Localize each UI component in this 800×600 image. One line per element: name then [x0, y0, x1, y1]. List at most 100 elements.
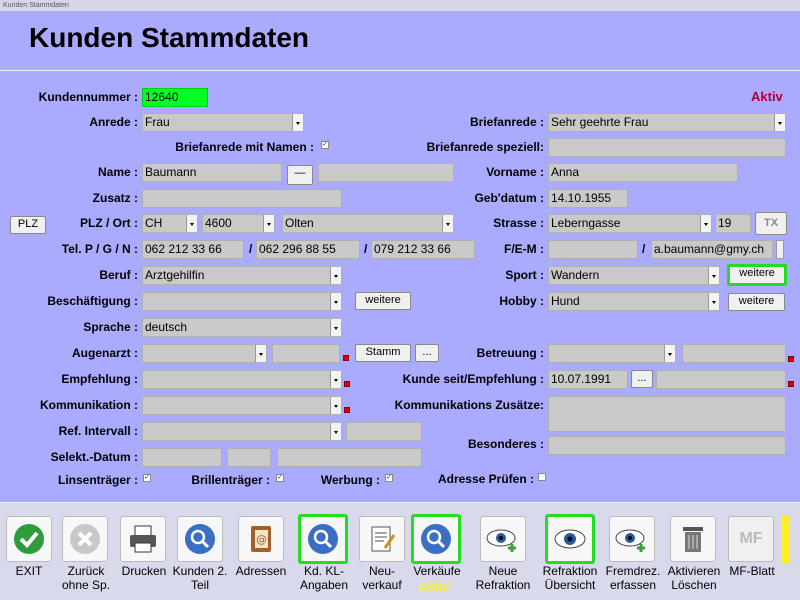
exit-button[interactable]	[6, 516, 52, 562]
betreuung-extra-field[interactable]	[682, 344, 786, 363]
ref-intervall-select[interactable]	[142, 422, 342, 441]
hobby-select[interactable]: Hund	[548, 292, 720, 311]
refraktion-uebersicht-button[interactable]	[545, 514, 595, 564]
gebdatum-field[interactable]: 14.10.1955	[548, 189, 628, 208]
beruf-select[interactable]: Arztgehilfin	[142, 266, 342, 285]
werbung-checkbox[interactable]: ✓	[385, 474, 393, 482]
empfehlung-kunde-field[interactable]	[656, 370, 786, 389]
kunde-seit-label: Kunde seit/Empfehlung :	[402, 372, 544, 386]
hobby-label: Hobby :	[499, 294, 544, 308]
adresse-pruefen-label: Adresse Prüfen :	[437, 472, 534, 486]
strasse-select[interactable]: Leberngasse	[548, 214, 712, 233]
chevron-down-icon[interactable]	[330, 293, 341, 310]
kd-kl-angaben-button[interactable]	[298, 514, 348, 564]
drucken-label: Drucken	[121, 564, 167, 578]
briefanrede-select[interactable]: Sehr geehrte Frau	[548, 113, 786, 132]
chevron-down-icon[interactable]	[330, 423, 341, 440]
address-book-icon: @	[238, 516, 284, 562]
chevron-down-icon[interactable]	[774, 114, 785, 131]
chevron-down-icon[interactable]	[255, 345, 266, 362]
betreuung-select[interactable]	[548, 344, 676, 363]
country-value: CH	[145, 216, 163, 230]
kunden-2-teil-button[interactable]	[177, 516, 223, 562]
aktivieren-loeschen-button[interactable]	[670, 516, 716, 562]
eye-icon	[545, 514, 595, 564]
kunde-seit-dots-button[interactable]: ...	[631, 370, 653, 388]
chevron-down-icon[interactable]	[330, 371, 341, 388]
fem-field[interactable]	[548, 240, 638, 259]
chevron-down-icon[interactable]	[708, 267, 719, 284]
besonderes-field[interactable]	[548, 436, 786, 455]
email-field[interactable]: a.baumann@gmy.ch	[651, 240, 773, 259]
augenarzt-extra-field[interactable]	[272, 344, 340, 363]
status-indicator-bar	[781, 515, 789, 563]
adressen-button[interactable]: @	[238, 516, 284, 562]
kundennummer-field[interactable]: 12640	[142, 88, 208, 107]
zusatz-label: Zusatz :	[92, 191, 138, 205]
email-scroll-handle[interactable]	[776, 240, 784, 259]
adresse-pruefen-checkbox[interactable]	[538, 473, 546, 481]
hausnummer-field[interactable]: 19	[715, 214, 751, 233]
selekt-datum-field-2[interactable]	[227, 448, 271, 467]
selekt-datum-field-1[interactable]	[142, 448, 222, 467]
kommunikation-select[interactable]	[142, 396, 342, 415]
name-field[interactable]: Baumann	[142, 163, 282, 182]
plz-button[interactable]: PLZ	[10, 216, 46, 234]
sport-weitere-button[interactable]: weitere	[727, 264, 787, 286]
empfehlung-select[interactable]	[142, 370, 342, 389]
sprache-select[interactable]: deutsch	[142, 318, 342, 337]
anrede-label: Anrede :	[89, 115, 138, 129]
strasse-label: Strasse :	[493, 216, 544, 230]
name-dash-button[interactable]: —	[287, 165, 313, 185]
chevron-down-icon[interactable]	[664, 345, 675, 362]
beschaeftigung-select[interactable]	[142, 292, 342, 311]
brillentraeger-checkbox[interactable]: ✓	[276, 474, 284, 482]
anrede-select[interactable]: Frau	[142, 113, 304, 132]
header-divider	[0, 70, 800, 71]
country-select[interactable]: CH	[142, 214, 198, 233]
chevron-down-icon[interactable]	[292, 114, 303, 131]
chevron-down-icon[interactable]	[186, 215, 197, 232]
zurueck-button[interactable]	[62, 516, 108, 562]
augenarzt-required-indicator	[343, 355, 349, 361]
strasse-value: Leberngasse	[551, 216, 621, 230]
briefanrede-namen-label: Briefanrede mit Namen :	[175, 140, 314, 154]
chevron-down-icon[interactable]	[330, 319, 341, 336]
vorname-field[interactable]: Anna	[548, 163, 738, 182]
ref-intervall-label: Ref. Intervall :	[58, 424, 138, 438]
briefanrede-speziell-field[interactable]	[548, 138, 786, 157]
hobby-value: Hund	[551, 294, 580, 308]
mf-icon-text: MF	[739, 530, 763, 547]
zusatz-field[interactable]	[142, 189, 342, 208]
chevron-down-icon[interactable]	[700, 215, 711, 232]
chevron-down-icon[interactable]	[263, 215, 274, 232]
chevron-down-icon[interactable]	[330, 267, 341, 284]
kunde-seit-field[interactable]: 10.07.1991	[548, 370, 628, 389]
komm-zusaetze-field[interactable]	[548, 396, 786, 432]
hobby-weitere-button[interactable]: weitere	[728, 293, 785, 311]
search-icon	[177, 516, 223, 562]
chevron-down-icon[interactable]	[708, 293, 719, 310]
selekt-datum-label: Selekt.-Datum :	[50, 450, 138, 464]
tel-p-field[interactable]: 062 212 33 66	[142, 240, 244, 259]
komm-zusaetze-label: Kommunikations Zusätze:	[394, 398, 544, 412]
chevron-down-icon[interactable]	[330, 397, 341, 414]
sport-select[interactable]: Wandern	[548, 266, 720, 285]
tel-g-field[interactable]: 062 296 88 55	[256, 240, 360, 259]
linsentraeger-checkbox[interactable]: ✓	[143, 474, 151, 482]
mf-blatt-button[interactable]: MF	[728, 516, 774, 562]
neuverkauf-button[interactable]	[359, 516, 405, 562]
gebdatum-label: Geb'datum :	[474, 191, 544, 205]
sprache-label: Sprache :	[83, 320, 138, 334]
kommunikation-required-indicator	[344, 407, 350, 413]
drucken-button[interactable]	[120, 516, 166, 562]
eye-plus-icon	[609, 516, 655, 562]
augenarzt-select[interactable]	[142, 344, 267, 363]
plz-select[interactable]: 4600	[202, 214, 275, 233]
tx-button[interactable]: TX	[755, 212, 787, 235]
fremdrez-button[interactable]	[609, 516, 655, 562]
verkaeufe-button[interactable]	[411, 514, 461, 564]
notepad-icon	[359, 516, 405, 562]
briefanrede-namen-checkbox[interactable]: ✓	[321, 141, 329, 149]
neue-refraktion-button[interactable]	[480, 516, 526, 562]
